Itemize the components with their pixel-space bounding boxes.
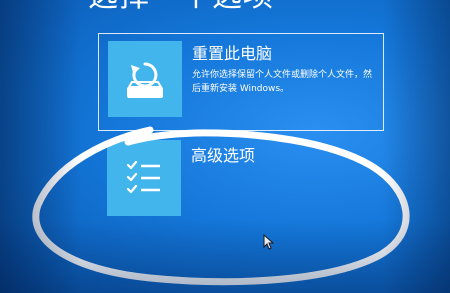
hand-drawn-circle-annotation [32,126,410,286]
mouse-cursor-icon [263,234,275,250]
recovery-screen: 选择一个选项 重置此电脑 允许你选择保留个人文件或删除个人文件，然后重新安装 W… [0,0,450,293]
